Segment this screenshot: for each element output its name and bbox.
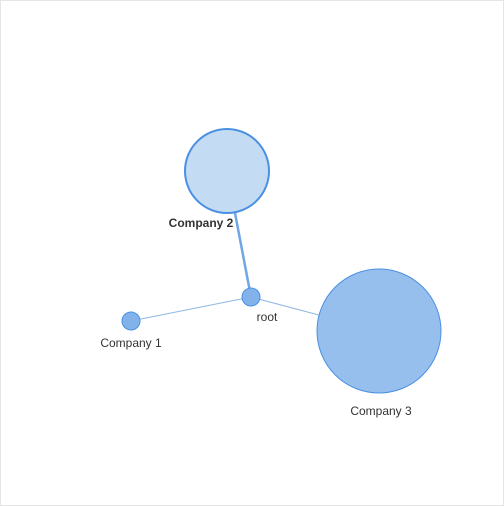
- graph-node-company3[interactable]: [317, 269, 441, 393]
- graph-node-company1[interactable]: [122, 312, 140, 330]
- graph-node-label-company1: Company 1: [100, 336, 161, 350]
- graph-canvas[interactable]: [1, 1, 504, 506]
- graph-node-label-company2: Company 2: [169, 216, 234, 230]
- graph-node-label-root: root: [257, 310, 278, 324]
- graph-node-company2[interactable]: [185, 129, 269, 213]
- graph-node-root[interactable]: [242, 288, 260, 306]
- graph-edge: [131, 297, 251, 321]
- network-graph-panel[interactable]: root Company 1 Company 2 Company 3: [0, 0, 504, 506]
- graph-node-label-company3: Company 3: [350, 404, 411, 418]
